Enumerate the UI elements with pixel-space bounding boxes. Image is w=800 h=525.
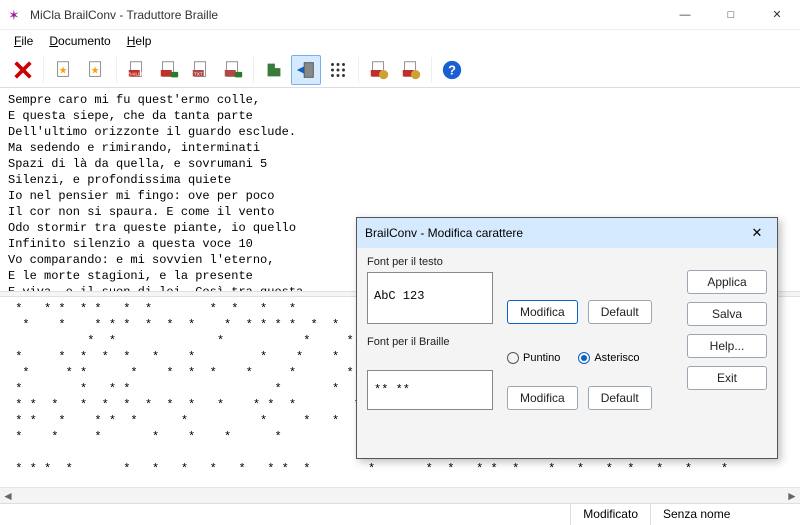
svg-text:TXT: TXT [194, 71, 203, 76]
salva-button[interactable]: Salva [687, 302, 767, 326]
new-doc-button-2[interactable] [81, 55, 111, 85]
app-icon: ✶ [8, 7, 24, 23]
delete-button[interactable] [8, 55, 38, 85]
help-button[interactable]: ? [437, 55, 467, 85]
radio-puntino[interactable]: Puntino [507, 352, 560, 364]
separator [253, 57, 254, 83]
separator [358, 57, 359, 83]
font-text-label: Font per il testo [367, 256, 767, 268]
scroll-left-icon[interactable]: ◄ [0, 488, 16, 504]
open-braille-button-1[interactable]: BRAILLE [122, 55, 152, 85]
shape-button[interactable] [259, 55, 289, 85]
default-braille-button[interactable]: Default [588, 386, 652, 410]
maximize-button[interactable]: □ [708, 0, 754, 30]
statusbar: Modificato Senza nome [0, 503, 800, 525]
open-txt-button-1[interactable]: TXT [186, 55, 216, 85]
exit-button[interactable]: Exit [687, 366, 767, 390]
svg-text:BRAILLE: BRAILLE [126, 71, 144, 76]
svg-text:?: ? [448, 62, 456, 77]
dots-matrix-button[interactable] [323, 55, 353, 85]
new-doc-button-1[interactable] [49, 55, 79, 85]
font-dialog: BrailConv - Modifica carattere ✕ Font pe… [356, 217, 778, 459]
minimize-button[interactable]: — [662, 0, 708, 30]
close-button[interactable]: ✕ [754, 0, 800, 30]
help-dialog-button[interactable]: Help... [687, 334, 767, 358]
status-filename: Senza nome [650, 504, 800, 525]
menu-documento[interactable]: Documento [43, 32, 116, 50]
menu-help[interactable]: Help [121, 32, 158, 50]
recent-doc-button-1[interactable] [364, 55, 394, 85]
dialog-close-button[interactable]: ✕ [745, 225, 769, 241]
menu-file[interactable]: File [8, 32, 39, 50]
separator [116, 57, 117, 83]
separator [43, 57, 44, 83]
window-title: MiCla BrailConv - Traduttore Braille [30, 8, 662, 22]
scroll-right-icon[interactable]: ► [784, 488, 800, 504]
modifica-braille-button[interactable]: Modifica [507, 386, 578, 410]
radio-asterisco[interactable]: Asterisco [578, 352, 639, 364]
open-braille-button-2[interactable] [154, 55, 184, 85]
modifica-text-button[interactable]: Modifica [507, 300, 578, 324]
menubar: File Documento Help [0, 30, 800, 52]
dialog-titlebar[interactable]: BrailConv - Modifica carattere ✕ [357, 218, 777, 248]
titlebar: ✶ MiCla BrailConv - Traduttore Braille —… [0, 0, 800, 30]
horizontal-scrollbar[interactable]: ◄ ► [0, 487, 800, 503]
arrow-block-button[interactable] [291, 55, 321, 85]
status-modified: Modificato [570, 504, 650, 525]
font-braille-sample: ** ** [367, 370, 493, 410]
separator [431, 57, 432, 83]
open-txt-button-2[interactable] [218, 55, 248, 85]
toolbar: BRAILLE TXT ? [0, 52, 800, 88]
dialog-title: BrailConv - Modifica carattere [365, 226, 745, 240]
applica-button[interactable]: Applica [687, 270, 767, 294]
recent-doc-button-2[interactable] [396, 55, 426, 85]
font-text-sample: AbC 123 [367, 272, 493, 324]
default-text-button[interactable]: Default [588, 300, 652, 324]
